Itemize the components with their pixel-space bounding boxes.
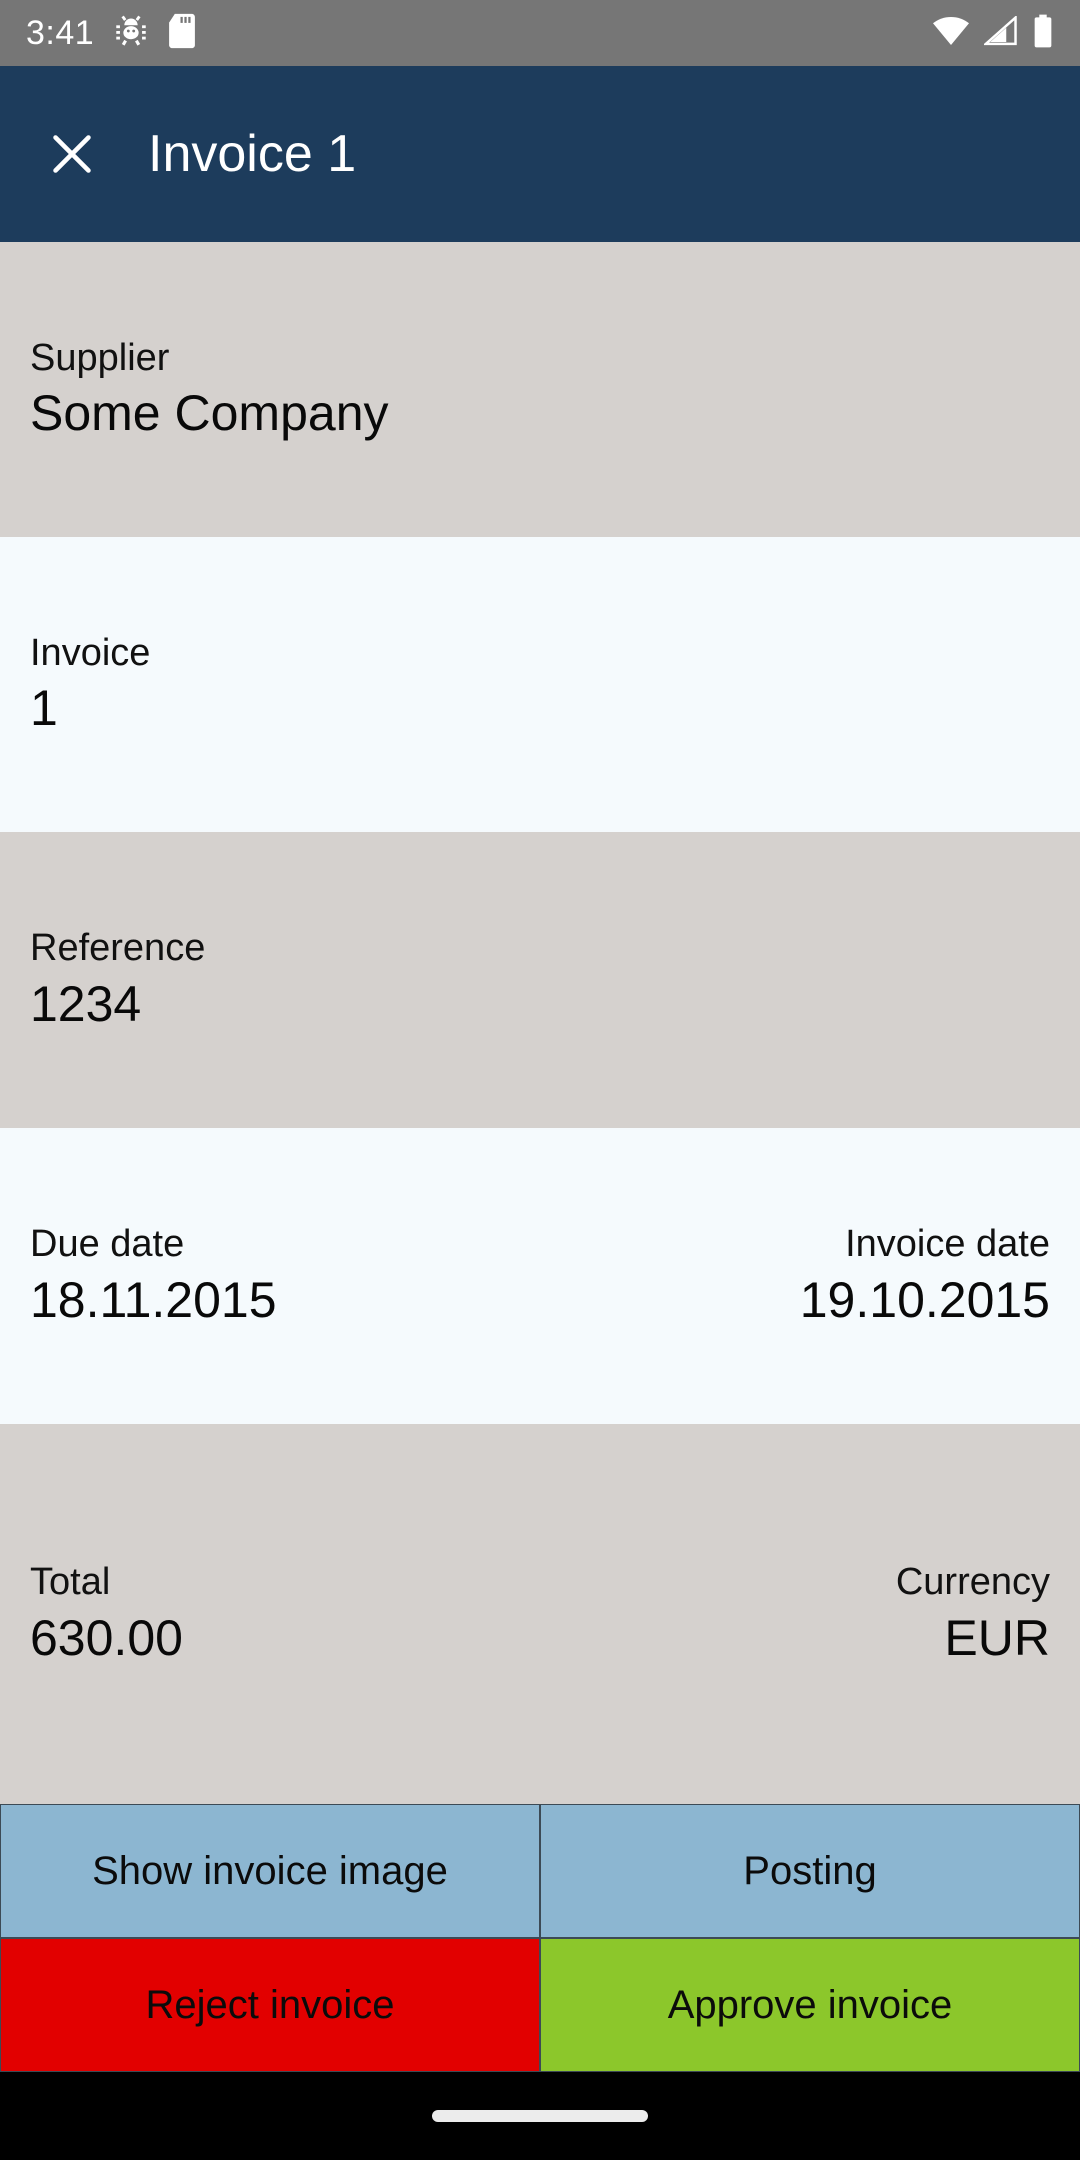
due-date-value: 18.11.2015 bbox=[30, 1271, 277, 1328]
field-row-totals[interactable]: Total 630.00 Currency EUR bbox=[0, 1424, 1080, 1804]
invoice-label: Invoice bbox=[30, 631, 151, 674]
action-row-decision: Reject invoice Approve invoice bbox=[0, 1938, 1080, 2072]
home-gesture-pill[interactable] bbox=[432, 2110, 648, 2122]
field-row-supplier[interactable]: Supplier Some Company bbox=[0, 242, 1080, 537]
close-button[interactable] bbox=[40, 122, 104, 186]
approve-invoice-button[interactable]: Approve invoice bbox=[540, 1938, 1080, 2072]
cellular-signal-icon bbox=[982, 14, 1018, 51]
invoice-date-group: Invoice date 19.10.2015 bbox=[800, 1222, 1050, 1330]
invoice-field-list: Supplier Some Company Invoice 1 Referenc… bbox=[0, 242, 1080, 1804]
posting-button[interactable]: Posting bbox=[540, 1804, 1080, 1938]
action-button-grid: Show invoice image Posting Reject invoic… bbox=[0, 1804, 1080, 2072]
close-icon bbox=[53, 135, 91, 173]
status-bar-left: 3:41 bbox=[26, 13, 196, 54]
android-bug-icon bbox=[114, 14, 148, 53]
page-title: Invoice 1 bbox=[148, 125, 357, 183]
show-invoice-image-button[interactable]: Show invoice image bbox=[0, 1804, 540, 1938]
currency-group: Currency EUR bbox=[896, 1560, 1050, 1668]
supplier-value: Some Company bbox=[30, 385, 389, 442]
invoice-date-value: 19.10.2015 bbox=[799, 1271, 1050, 1328]
due-date-label: Due date bbox=[30, 1223, 185, 1266]
total-label: Total bbox=[30, 1561, 111, 1604]
reference-label: Reference bbox=[30, 927, 206, 970]
sd-card-icon bbox=[168, 13, 196, 54]
status-bar-clock: 3:41 bbox=[26, 14, 95, 52]
app-bar: Invoice 1 bbox=[0, 66, 1080, 242]
wifi-icon bbox=[932, 16, 970, 51]
total-value: 630.00 bbox=[30, 1609, 183, 1666]
reject-invoice-button[interactable]: Reject invoice bbox=[0, 1938, 540, 2072]
field-row-invoice[interactable]: Invoice 1 bbox=[0, 537, 1080, 832]
due-date-group: Due date 18.11.2015 bbox=[30, 1222, 277, 1330]
status-bar-right bbox=[932, 14, 1054, 53]
currency-value: EUR bbox=[944, 1609, 1050, 1666]
reference-value: 1234 bbox=[30, 975, 142, 1032]
supplier-label: Supplier bbox=[30, 336, 170, 379]
status-bar: 3:41 bbox=[0, 0, 1080, 66]
invoice-date-label: Invoice date bbox=[845, 1223, 1050, 1266]
currency-label: Currency bbox=[895, 1561, 1050, 1604]
invoice-detail-screen: 3:41 Invoice 1 Supplier Some Company Inv… bbox=[0, 0, 1080, 2160]
field-row-reference[interactable]: Reference 1234 bbox=[0, 832, 1080, 1128]
field-row-dates[interactable]: Due date 18.11.2015 Invoice date 19.10.2… bbox=[0, 1128, 1080, 1424]
invoice-value: 1 bbox=[30, 680, 58, 737]
total-group: Total 630.00 bbox=[30, 1560, 183, 1668]
action-row-secondary: Show invoice image Posting bbox=[0, 1804, 1080, 1938]
system-navigation-bar bbox=[0, 2072, 1080, 2160]
battery-icon bbox=[1032, 14, 1054, 53]
